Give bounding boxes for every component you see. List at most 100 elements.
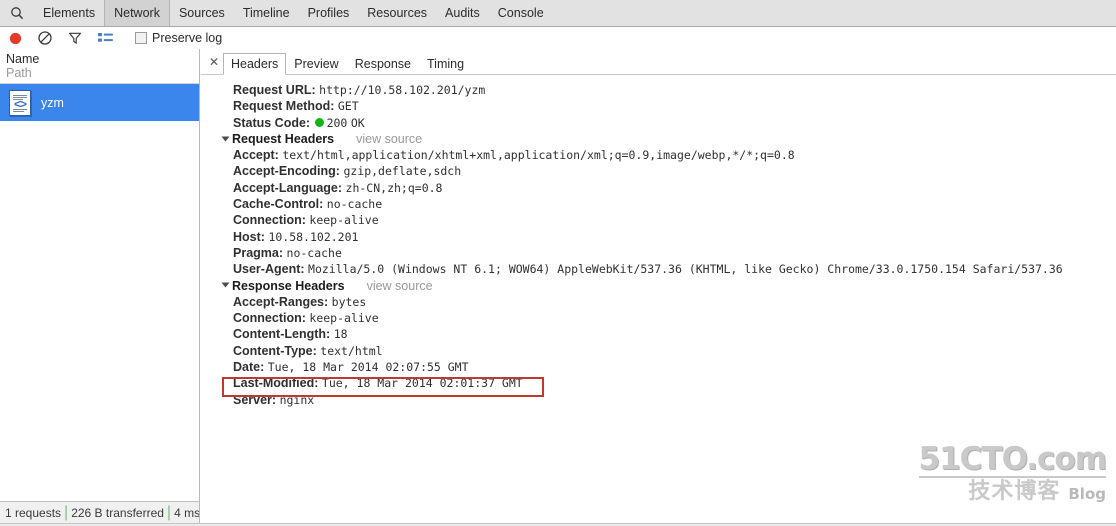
header-row-content-type: Content-Type: text/html: [201, 343, 1116, 359]
header-key: Request Method:: [233, 99, 335, 114]
section-title: Request Headers: [232, 131, 335, 146]
menu-tab-network[interactable]: Network: [104, 0, 170, 26]
header-row-accept-language: Accept-Language: zh-CN,zh;q=0.8: [201, 180, 1116, 196]
header-key: Accept:: [233, 148, 279, 163]
filter-funnel-icon[interactable]: [60, 27, 90, 49]
tab-timing[interactable]: Timing: [419, 53, 472, 74]
section-request-headers[interactable]: Request Headers view source: [201, 131, 1116, 147]
header-key: Cache-Control:: [233, 197, 324, 212]
preserve-log-label: Preserve log: [152, 31, 223, 45]
tab-preview[interactable]: Preview: [286, 53, 346, 74]
header-value: nginx: [279, 392, 315, 407]
header-row-user-agent: User-Agent: Mozilla/5.0 (Windows NT 6.1;…: [201, 261, 1116, 277]
column-header-path[interactable]: Path: [6, 66, 199, 80]
header-row-accept-encoding: Accept-Encoding: gzip,deflate,sdch: [201, 163, 1116, 179]
header-value: GET: [337, 99, 359, 114]
status-separator-1: |: [64, 503, 69, 521]
column-header-name[interactable]: Name: [6, 52, 199, 66]
requests-columns-header: Name Path: [0, 49, 199, 80]
header-row-connection-request: Connection: keep-alive: [201, 212, 1116, 228]
header-row-accept-ranges: Accept-Ranges: bytes: [201, 294, 1116, 310]
header-row-request-url: Request URL: http://10.58.102.201/yzm: [201, 82, 1116, 98]
preserve-log-control[interactable]: Preserve log: [135, 31, 222, 45]
header-value[interactable]: http://10.58.102.201/yzm: [319, 83, 485, 97]
watermark: 51CTO.com 技术博客 Blog: [918, 441, 1107, 504]
record-circle-icon[interactable]: [0, 27, 30, 49]
watermark-subtitle-cn: 技术博客: [968, 479, 1061, 504]
preserve-log-checkbox[interactable]: [135, 32, 147, 44]
menu-tab-profiles[interactable]: Profiles: [299, 0, 359, 26]
status-separator-2: |: [166, 503, 172, 521]
header-row-request-method: Request Method: GET: [201, 98, 1116, 114]
header-value: gzip,deflate,sdch: [343, 164, 462, 179]
requests-list-pane: Name Path <> yzm: [0, 49, 200, 501]
header-key: Accept-Language:: [233, 180, 343, 195]
header-key: Connection:: [233, 311, 306, 326]
header-key: Server:: [233, 392, 277, 407]
request-row-label: yzm: [41, 95, 64, 110]
network-toolbar: Preserve log: [0, 27, 1116, 49]
headers-content: Request URL: http://10.58.102.201/yzm Re…: [201, 75, 1116, 408]
header-value: zh-CN,zh;q=0.8: [345, 180, 443, 195]
header-value: keep-alive: [309, 213, 379, 228]
watermark-blog-label: Blog: [1068, 485, 1106, 503]
header-value: text/html: [320, 343, 383, 358]
status-code-text: OK: [350, 115, 365, 130]
chevron-down-icon[interactable]: [221, 282, 230, 288]
search-icon[interactable]: [0, 0, 34, 26]
header-value: Tue, 18 Mar 2014 02:01:37 GMT: [321, 376, 523, 391]
header-key: Pragma:: [233, 245, 284, 260]
header-row-status-code: Status Code: 200 OK: [201, 115, 1116, 131]
close-icon[interactable]: ✕: [205, 50, 223, 74]
source-document-icon: <>: [9, 89, 31, 116]
header-row-date: Date: Tue, 18 Mar 2014 02:07:55 GMT: [201, 359, 1116, 375]
header-value: no-cache: [286, 245, 342, 260]
green-status-dot-icon: [314, 117, 324, 127]
header-value: text/html,application/xhtml+xml,applicat…: [282, 148, 795, 163]
tab-headers[interactable]: Headers: [223, 53, 287, 75]
header-key: Date:: [233, 360, 265, 375]
header-value: bytes: [331, 294, 367, 309]
header-key: Accept-Ranges:: [233, 294, 329, 309]
header-key: Status Code:: [233, 115, 311, 130]
header-row-last-modified: Last-Modified: Tue, 18 Mar 2014 02:01:37…: [201, 375, 1116, 391]
header-key: User-Agent:: [233, 262, 305, 277]
menu-tab-resources[interactable]: Resources: [358, 0, 436, 26]
menu-tab-audits[interactable]: Audits: [436, 0, 489, 26]
request-detail-pane: ✕ Headers Preview Response Timing Reques…: [201, 49, 1116, 501]
header-key: Host:: [233, 229, 265, 244]
header-value: Tue, 18 Mar 2014 02:07:55 GMT: [267, 360, 469, 375]
status-requests-count: 1 requests: [5, 505, 62, 520]
list-view-icon[interactable]: [90, 27, 120, 49]
header-row-connection-response: Connection: keep-alive: [201, 310, 1116, 326]
header-row-pragma: Pragma: no-cache: [201, 245, 1116, 261]
clear-no-entry-icon[interactable]: [30, 27, 60, 49]
header-value: 10.58.102.201: [268, 229, 359, 244]
section-title: Response Headers: [232, 278, 345, 293]
chevron-down-icon[interactable]: [221, 136, 230, 142]
tab-response[interactable]: Response: [347, 53, 419, 74]
header-value: keep-alive: [309, 311, 379, 326]
header-row-host: Host: 10.58.102.201: [201, 229, 1116, 245]
devtools-menubar: Elements Network Sources Timeline Profil…: [0, 0, 1116, 27]
section-response-headers[interactable]: Response Headers view source: [201, 278, 1116, 294]
header-value: 18: [333, 327, 348, 342]
header-key: Accept-Encoding:: [233, 164, 340, 179]
header-value: Mozilla/5.0 (Windows NT 6.1; WOW64) Appl…: [308, 262, 1063, 277]
request-row-yzm[interactable]: <> yzm: [0, 84, 199, 121]
view-source-link-request[interactable]: view source: [356, 132, 422, 146]
devtools-window: Elements Network Sources Timeline Profil…: [0, 0, 1116, 526]
header-key: Connection:: [233, 213, 306, 228]
right-pane-bottom-fill: [201, 501, 1116, 523]
view-source-link-response[interactable]: view source: [367, 279, 433, 293]
network-status-bar: 1 requests | 226 B transferred | 4 ms ..…: [0, 501, 200, 523]
header-row-cache-control: Cache-Control: no-cache: [201, 196, 1116, 212]
detail-tabbar: ✕ Headers Preview Response Timing: [201, 49, 1116, 75]
watermark-site: 51CTO.com: [918, 441, 1107, 477]
menu-tab-sources[interactable]: Sources: [170, 0, 234, 26]
menu-tab-console[interactable]: Console: [489, 0, 553, 26]
header-row-server: Server: nginx: [201, 392, 1116, 408]
menu-tab-timeline[interactable]: Timeline: [234, 0, 299, 26]
header-key: Content-Length:: [233, 327, 331, 342]
menu-tab-elements[interactable]: Elements: [34, 0, 104, 26]
